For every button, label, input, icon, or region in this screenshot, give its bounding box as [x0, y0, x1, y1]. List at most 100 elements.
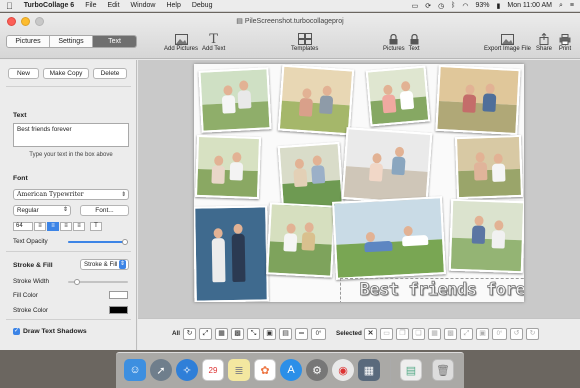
- all-label: All: [172, 330, 181, 337]
- selected-bring-forward-button[interactable]: ❐: [396, 328, 409, 340]
- clock[interactable]: Mon 11:00 AM: [507, 2, 552, 9]
- window-titlebar: ▤ PileScreenshot.turbocollageproj Pictur…: [0, 13, 580, 59]
- collage-photo[interactable]: [448, 198, 524, 274]
- collage-photo[interactable]: [194, 134, 262, 200]
- document-icon[interactable]: ▤: [400, 359, 422, 381]
- align-left-button[interactable]: ≡: [34, 222, 46, 231]
- all-tile-button[interactable]: ▩: [231, 328, 244, 340]
- all-rotate-button[interactable]: ↻: [183, 328, 196, 340]
- fill-color-swatch[interactable]: [109, 291, 128, 299]
- tab-settings[interactable]: Settings: [50, 36, 93, 47]
- delete-text-button[interactable]: Delete: [93, 68, 127, 79]
- all-shrink-button[interactable]: ▣: [263, 328, 276, 340]
- selected-remove-button[interactable]: ✕: [364, 328, 377, 340]
- sync-icon[interactable]: ⟳: [425, 2, 431, 10]
- all-grid-button[interactable]: ▦: [215, 328, 228, 340]
- launchpad-icon[interactable]: ➚: [150, 359, 172, 381]
- slider-knob[interactable]: [74, 279, 80, 285]
- battery-icon[interactable]: ▮: [497, 2, 501, 10]
- selected-grid-button[interactable]: ▩: [444, 328, 457, 340]
- templates-button[interactable]: Templates: [291, 32, 318, 52]
- text-input[interactable]: Best friends forever: [13, 123, 129, 147]
- selected-expand-button[interactable]: ⤢: [460, 328, 473, 340]
- align-center-button[interactable]: ≡: [47, 222, 59, 231]
- notes-icon[interactable]: ≣: [228, 359, 250, 381]
- app-store-icon[interactable]: A: [280, 359, 302, 381]
- all-expand-button[interactable]: ⤢: [199, 328, 212, 340]
- notification-center-icon[interactable]: ≡: [570, 2, 574, 9]
- font-style-select[interactable]: Regular ⇕: [13, 205, 71, 216]
- lock-icon: [407, 32, 421, 46]
- collage-photo[interactable]: [365, 65, 431, 127]
- menu-help[interactable]: Help: [166, 2, 180, 9]
- font-family-select[interactable]: American Typewriter ⇕: [13, 189, 129, 200]
- align-justify-button[interactable]: ≡: [73, 222, 85, 231]
- add-pictures-button[interactable]: Add Pictures: [164, 32, 198, 52]
- menu-app-name[interactable]: TurboCollage 6: [24, 2, 74, 9]
- turbocollage-icon[interactable]: ▦: [358, 359, 380, 381]
- new-text-button[interactable]: New: [8, 68, 39, 79]
- collage-photo[interactable]: [198, 67, 272, 133]
- selected-rotate-right-button[interactable]: ↻: [526, 328, 539, 340]
- print-button[interactable]: Print: [558, 32, 572, 52]
- font-panel-button[interactable]: Font...: [80, 205, 129, 216]
- collage-photo[interactable]: [266, 202, 336, 278]
- calendar-icon[interactable]: 29: [202, 359, 224, 381]
- selected-send-back-button[interactable]: ❏: [412, 328, 425, 340]
- make-copy-button[interactable]: Make Copy: [43, 68, 89, 79]
- all-align-button[interactable]: ▤: [279, 328, 292, 340]
- share-button[interactable]: Share: [536, 32, 552, 52]
- selected-image-button[interactable]: ▭: [380, 328, 393, 340]
- selected-rotate-left-button[interactable]: ↺: [510, 328, 523, 340]
- draw-shadows-checkbox[interactable]: ✓: [13, 328, 20, 335]
- trash-icon[interactable]: 🗑: [432, 359, 454, 381]
- selected-rotation-field[interactable]: 0°: [492, 328, 507, 340]
- export-label: Export Image File: [484, 46, 532, 52]
- bluetooth-icon[interactable]: ᛒ: [451, 2, 455, 9]
- all-distribute-button[interactable]: ═: [295, 328, 308, 340]
- screen-mirror-icon[interactable]: ▭: [412, 2, 419, 10]
- menu-window[interactable]: Window: [131, 2, 156, 9]
- collage-photo[interactable]: [454, 134, 524, 200]
- collage-photo[interactable]: [332, 196, 446, 280]
- collage-photo[interactable]: [194, 205, 269, 302]
- tab-text[interactable]: Text: [93, 36, 136, 47]
- menu-file[interactable]: File: [85, 2, 96, 9]
- collage-photo[interactable]: [435, 64, 521, 136]
- collage-caption-text[interactable]: Best friends forever: [342, 278, 524, 302]
- time-machine-icon[interactable]: ◷: [438, 2, 444, 10]
- stroke-fill-mode-value: Stroke & Fill: [84, 261, 118, 268]
- photos-icon[interactable]: ✿: [254, 359, 276, 381]
- lock-text-button[interactable]: Text: [407, 32, 421, 52]
- slider-knob[interactable]: [122, 239, 128, 245]
- menu-debug[interactable]: Debug: [192, 2, 213, 9]
- battery-percent[interactable]: 93%: [475, 2, 489, 9]
- templates-label: Templates: [291, 46, 319, 52]
- stroke-fill-mode-select[interactable]: Stroke & Fill ⇕: [80, 259, 129, 270]
- collage-photo[interactable]: [341, 127, 433, 205]
- selected-arrange-button[interactable]: ▦: [428, 328, 441, 340]
- font-size-field[interactable]: 64: [13, 222, 33, 231]
- all-rotation-field[interactable]: 0°: [311, 328, 326, 340]
- wifi-icon[interactable]: ◠: [462, 2, 468, 10]
- apple-menu-icon[interactable]: : [6, 0, 13, 12]
- finder-icon[interactable]: ☺: [124, 359, 146, 381]
- system-preferences-icon[interactable]: ⚙: [306, 359, 328, 381]
- search-icon[interactable]: ⌕: [559, 2, 563, 10]
- tab-pictures[interactable]: Pictures: [7, 36, 50, 47]
- selected-crop-button[interactable]: ▣: [476, 328, 489, 340]
- all-fit-button[interactable]: ⤡: [247, 328, 260, 340]
- export-image-button[interactable]: Export Image File: [484, 32, 531, 52]
- safari-icon[interactable]: ✧: [176, 359, 198, 381]
- collage-photo[interactable]: [277, 64, 355, 136]
- text-opacity-slider[interactable]: [68, 239, 128, 245]
- align-right-button[interactable]: ≡: [60, 222, 72, 231]
- lock-pictures-button[interactable]: Pictures: [383, 32, 405, 52]
- stroke-color-swatch[interactable]: [109, 306, 128, 314]
- add-text-button[interactable]: T Add Text: [202, 32, 225, 53]
- chrome-icon[interactable]: ◉: [332, 359, 354, 381]
- stroke-width-slider[interactable]: [68, 279, 128, 285]
- share-icon: [537, 32, 551, 46]
- text-frame-toggle[interactable]: T: [90, 222, 102, 231]
- menu-edit[interactable]: Edit: [107, 2, 119, 9]
